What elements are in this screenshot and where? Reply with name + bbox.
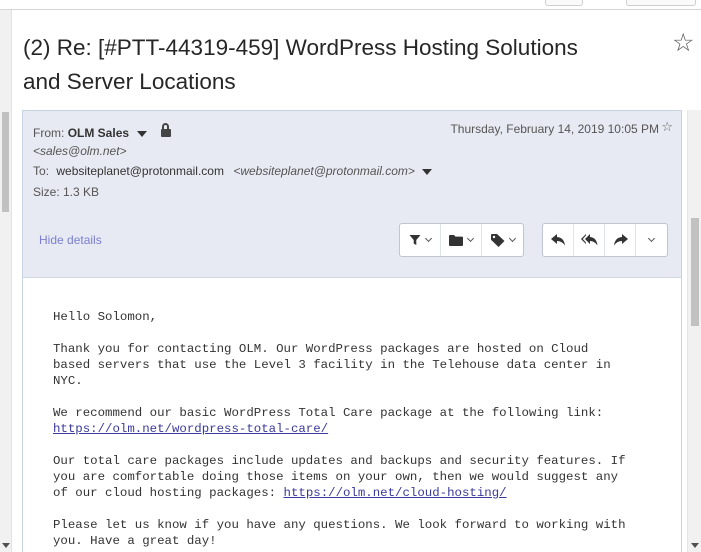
reply-all-icon — [580, 234, 597, 246]
to-line: To: websiteplanet@protonmail.com <websit… — [33, 164, 433, 178]
toolbar-button-stub[interactable] — [545, 0, 583, 6]
chevron-down-icon — [424, 234, 433, 243]
body-paragraph-3: Our total care packages include updates … — [53, 453, 673, 501]
chevron-down-icon — [508, 234, 516, 243]
sender-dropdown-icon[interactable] — [137, 130, 148, 137]
organize-button-group — [399, 223, 524, 257]
message-date: Thursday, February 14, 2019 10:05 PM — [450, 122, 659, 136]
to-label: To: — [33, 164, 50, 178]
forward-icon — [613, 234, 628, 246]
left-scrollbar[interactable] — [0, 10, 12, 552]
recipient-dropdown-icon[interactable] — [422, 168, 433, 175]
star-message-icon[interactable]: ☆ — [661, 120, 673, 135]
label-icon — [490, 233, 504, 247]
star-conversation-icon[interactable]: ☆ — [672, 28, 694, 57]
filter-button[interactable] — [400, 224, 441, 256]
lock-icon — [160, 122, 171, 137]
body-greeting: Hello Solomon, — [53, 310, 158, 324]
from-label: From: — [33, 126, 65, 140]
hide-details-link[interactable]: Hide details — [39, 233, 102, 247]
reply-all-button[interactable] — [574, 224, 605, 256]
message-scrollbar[interactable] — [687, 110, 701, 552]
recipient-name[interactable]: websiteplanet@protonmail.com — [56, 164, 224, 178]
message-size: Size: 1.3 KB — [33, 185, 100, 199]
message-header: From: OLM Sales <sales@olm.net> To: webs… — [23, 111, 681, 278]
body-paragraph-2: We recommend our basic WordPress Total C… — [53, 405, 673, 437]
body-paragraph-1: Thank you for contacting OLM. Our WordPr… — [53, 342, 611, 388]
more-icon — [647, 234, 656, 243]
from-line: From: OLM Sales — [33, 122, 171, 140]
scroll-down-arrow-icon[interactable] — [691, 543, 699, 548]
chevron-down-icon — [466, 234, 475, 243]
subject-line-2: and Server Locations — [23, 69, 236, 94]
sender-email: <sales@olm.net> — [33, 144, 127, 158]
reply-icon — [550, 234, 565, 246]
sender-name[interactable]: OLM Sales — [68, 126, 129, 140]
message-subject: (2) Re: [#PTT-44319-459] WordPress Hosti… — [23, 31, 663, 99]
message-body: Hello Solomon, Thank you for contacting … — [53, 309, 673, 552]
reply-button-group — [542, 223, 668, 257]
top-toolbar-edge — [0, 0, 701, 10]
left-scrollbar-thumb[interactable] — [2, 112, 9, 212]
recipient-address: <websiteplanet@protonmail.com> — [233, 164, 415, 178]
body-paragraph-2-text: We recommend our basic WordPress Total C… — [53, 406, 604, 420]
toolbar-button-stub[interactable] — [626, 0, 696, 6]
folder-icon — [449, 234, 463, 246]
cloud-hosting-link[interactable]: https://olm.net/cloud-hosting/ — [284, 486, 507, 500]
body-paragraph-4: Please let us know if you have any quest… — [53, 518, 626, 548]
reply-button[interactable] — [543, 224, 574, 256]
subject-line-1: (2) Re: [#PTT-44319-459] WordPress Hosti… — [23, 35, 578, 60]
forward-button[interactable] — [605, 224, 636, 256]
filter-icon — [409, 235, 421, 245]
message-card: From: OLM Sales <sales@olm.net> To: webs… — [22, 110, 682, 552]
more-actions-button[interactable] — [636, 224, 667, 256]
wordpress-total-care-link[interactable]: https://olm.net/wordpress-total-care/ — [53, 422, 328, 436]
move-to-folder-button[interactable] — [441, 224, 482, 256]
message-scrollbar-thumb[interactable] — [691, 218, 699, 326]
scroll-down-arrow-icon[interactable] — [2, 543, 10, 548]
label-button[interactable] — [482, 224, 523, 256]
